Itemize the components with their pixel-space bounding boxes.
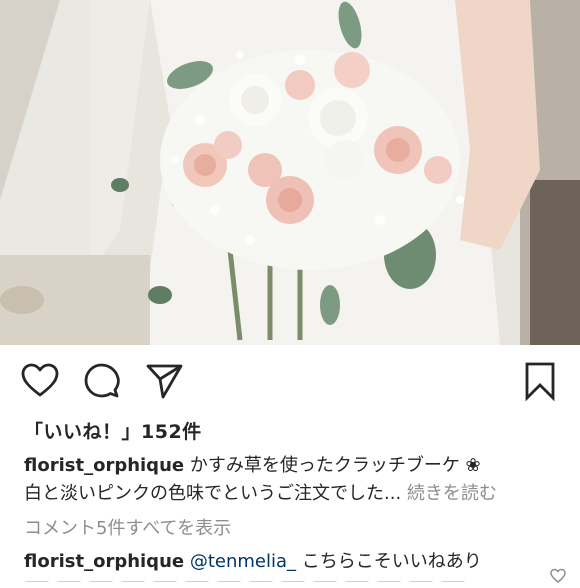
heart-icon[interactable] [20,361,60,401]
read-more-link[interactable]: 続きを読む [407,483,497,504]
likes-count[interactable]: 「いいね！」152件 [24,417,202,444]
comment-text: こちらこそいいねあり [296,551,482,572]
comment-mention[interactable]: @tenmelia_ [190,551,296,572]
comment-row: florist_orphique @tenmelia_ こちらこそいいねあり [24,548,564,576]
caption-text-line1: かすみ草を使ったクラッチブーケ ❀ [184,455,481,476]
small-heart-icon[interactable] [550,568,566,584]
bookmark-icon[interactable] [520,361,560,402]
truncated-comment-line [24,574,524,582]
post-action-bar [0,345,580,413]
caption-username[interactable]: florist_orphique [24,455,184,476]
post-caption: florist_orphique かすみ草を使ったクラッチブーケ ❀ 白と淡いピ… [24,452,564,508]
comment-icon[interactable] [82,361,122,401]
caption-text-line2: 白と淡いピンクの色味でというご注文でした... [24,483,407,504]
post-photo[interactable] [0,0,580,345]
send-icon[interactable] [144,361,184,401]
comment-username[interactable]: florist_orphique [24,551,184,572]
view-all-comments-link[interactable]: コメント5件すべてを表示 [24,514,231,540]
